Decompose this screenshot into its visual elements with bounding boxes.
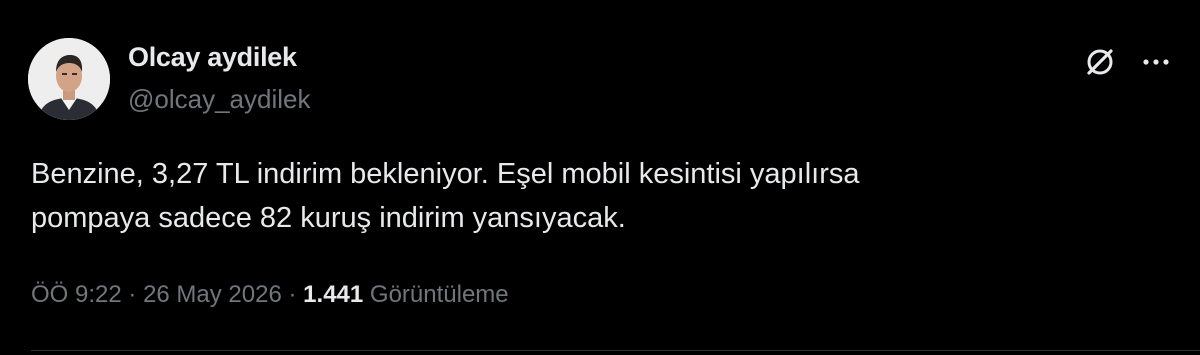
divider [31, 350, 1200, 351]
views-count: 1.441 [303, 281, 364, 308]
grok-icon[interactable] [1082, 44, 1118, 80]
tweet-text-line: pompaya sadece 82 kuruş indirim yansıyac… [31, 202, 626, 234]
views-label: Görüntüleme [369, 281, 509, 308]
tweet-text-line: Benzine, 3,27 TL indirim bekleniyor. Eşe… [31, 158, 860, 190]
tweet-meta: ÖÖ 9:22 · 26 May 2026 · 1.441 Görüntülem… [31, 281, 509, 309]
meta-separator: · [288, 281, 297, 308]
more-dots-icon[interactable] [1138, 48, 1174, 76]
tweet-date[interactable]: 26 May 2026 [143, 281, 282, 308]
tweet-card: Olcay aydilek @olcay_aydilek Benzine, 3,… [0, 0, 1200, 355]
avatar[interactable] [28, 38, 110, 120]
author-display-name[interactable]: Olcay aydilek [128, 42, 297, 73]
tweet-text: Benzine, 3,27 TL indirim bekleniyor. Eşe… [31, 152, 1131, 240]
person-photo-icon [28, 38, 110, 120]
meta-separator: · [128, 281, 137, 308]
author-handle[interactable]: @olcay_aydilek [128, 84, 310, 115]
tweet-time[interactable]: ÖÖ 9:22 [31, 281, 122, 308]
